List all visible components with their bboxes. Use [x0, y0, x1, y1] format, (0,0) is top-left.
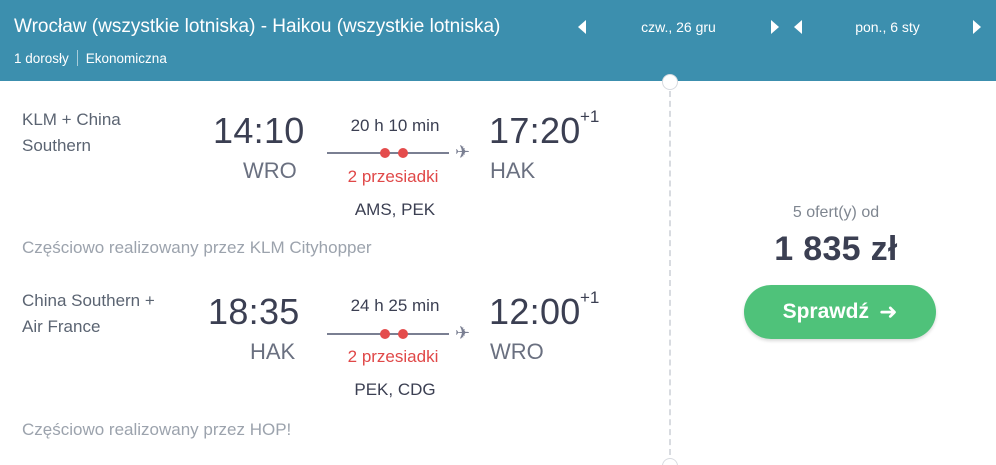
inbound-stops[interactable]: 2 przesiadki: [323, 347, 463, 367]
passenger-summary[interactable]: 1 dorosły Ekonomiczna: [14, 50, 167, 66]
search-header: Wrocław (wszystkie lotniska) - Haikou (w…: [0, 0, 996, 81]
depart-date[interactable]: czw., 26 gru: [591, 19, 766, 35]
stop-dot: [398, 148, 408, 158]
ticket-notch-bottom: [662, 458, 678, 465]
triangle-left-icon: [794, 20, 802, 34]
outbound-carrier: KLM + China Southern: [22, 110, 121, 155]
inbound-day-offset: +1: [580, 288, 600, 307]
triangle-right-icon: [771, 20, 779, 34]
separator: [76, 50, 78, 66]
check-button-label: Sprawdź: [782, 300, 869, 323]
passenger-count: 1 dorosły: [14, 50, 69, 66]
ticket-notch-top: [662, 74, 678, 90]
stop-dot: [380, 329, 390, 339]
triangle-right-icon: [973, 20, 981, 34]
stop-dot: [398, 329, 408, 339]
outbound-day-offset: +1: [580, 107, 600, 126]
outbound-operated-by: Częściowo realizowany przez KLM Cityhopp…: [22, 238, 372, 257]
outbound-arrive-code: HAK: [490, 158, 536, 183]
inbound-carrier: China Southern + Air France: [22, 291, 155, 336]
outbound-arrive-time: 17:20: [489, 110, 581, 151]
outbound-duration: 20 h 10 min: [350, 116, 440, 135]
outbound-depart-code: WRO: [243, 158, 297, 183]
depart-date-nav: czw., 26 gru: [573, 16, 784, 38]
outbound-depart-time: 14:10: [213, 110, 305, 151]
price: 1 835 zł: [774, 230, 898, 268]
inbound-depart-time: 18:35: [208, 291, 300, 332]
arrow-right-icon: ➜: [878, 299, 898, 324]
route-title[interactable]: Wrocław (wszystkie lotniska) - Haikou (w…: [14, 16, 500, 38]
stop-dot: [380, 148, 390, 158]
check-button[interactable]: Sprawdź ➜: [744, 285, 936, 339]
return-date-nav: pon., 6 sty: [789, 16, 986, 38]
inbound-duration: 24 h 25 min: [350, 296, 440, 315]
inbound-depart-code: HAK: [250, 339, 296, 364]
ticket-divider: [669, 81, 671, 465]
inbound-route-line: ✈: [327, 323, 477, 343]
inbound-operated-by: Częściowo realizowany przez HOP!: [22, 420, 292, 439]
return-next-button[interactable]: [968, 16, 986, 38]
return-prev-button[interactable]: [789, 16, 807, 38]
outbound-via: AMS, PEK: [354, 200, 436, 219]
outbound-stops[interactable]: 2 przesiadki: [323, 167, 463, 187]
airplane-icon: ✈: [455, 323, 471, 343]
return-date[interactable]: pon., 6 sty: [807, 19, 968, 35]
triangle-left-icon: [578, 20, 586, 34]
outbound-route-line: ✈: [327, 142, 477, 162]
depart-prev-button[interactable]: [573, 16, 591, 38]
depart-next-button[interactable]: [766, 16, 784, 38]
cabin-class: Ekonomiczna: [85, 50, 167, 66]
inbound-arrive-time: 12:00: [489, 291, 581, 332]
inbound-via: PEK, CDG: [354, 380, 436, 399]
inbound-arrive-code: WRO: [490, 339, 544, 364]
offers-count: 5 ofert(y) od: [792, 204, 880, 221]
airplane-icon: ✈: [455, 142, 471, 162]
